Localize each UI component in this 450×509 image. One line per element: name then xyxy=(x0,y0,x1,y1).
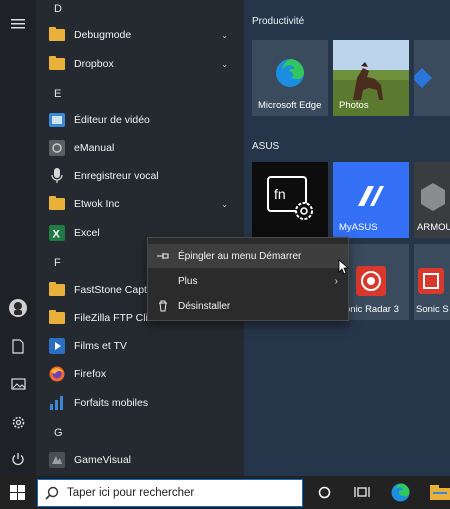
app-label: Debugmode xyxy=(74,29,132,41)
films-tv-icon xyxy=(48,337,66,355)
sonic-radar-icon xyxy=(356,266,386,296)
hamburger-menu-icon[interactable] xyxy=(8,14,28,34)
tile-fn-settings[interactable]: fn xyxy=(252,162,328,238)
tile-label: Microsoft Edge xyxy=(258,100,322,111)
svg-text:X: X xyxy=(53,229,61,241)
power-icon[interactable] xyxy=(8,449,28,469)
list-item-debugmode[interactable]: Debugmode ⌄ xyxy=(48,21,238,49)
tile-label: onic Radar 3 xyxy=(345,304,399,315)
trash-icon xyxy=(148,300,178,312)
edge-icon xyxy=(276,59,304,87)
menu-label: Épingler au menu Démarrer xyxy=(178,250,302,262)
mouse-cursor-icon xyxy=(338,259,350,275)
app-label: Excel xyxy=(74,227,100,239)
app-label: Forfaits mobiles xyxy=(74,397,149,409)
list-item-films-et-tv[interactable]: Films et TV xyxy=(48,332,238,360)
tile-label: MyASUS xyxy=(339,222,378,233)
gamevisual-icon xyxy=(48,451,66,469)
microphone-icon xyxy=(48,167,66,185)
edge-taskbar-icon[interactable] xyxy=(391,483,410,507)
video-editor-icon xyxy=(48,111,66,129)
search-placeholder: Taper ici pour rechercher xyxy=(67,487,195,499)
list-item-forfaits-mobiles[interactable]: Forfaits mobiles xyxy=(48,389,238,417)
chevron-down-icon: ⌄ xyxy=(221,59,228,69)
start-left-rail xyxy=(0,0,36,476)
list-item-gamevisual[interactable]: GameVisual xyxy=(48,446,238,474)
firefox-icon xyxy=(48,365,66,383)
documents-icon[interactable] xyxy=(8,336,28,356)
tile-armoury[interactable]: ARMOU xyxy=(414,162,450,238)
app-label: Firefox xyxy=(74,368,107,380)
tile-photos[interactable]: Photos xyxy=(333,40,409,116)
search-box[interactable]: Taper ici pour rechercher xyxy=(37,479,303,507)
chevron-right-icon: › xyxy=(334,275,338,287)
context-menu: Épingler au menu Démarrer Plus › Désinst… xyxy=(147,237,349,321)
list-item-editeur-video[interactable]: Éditeur de vidéo xyxy=(48,106,238,134)
search-icon xyxy=(45,486,59,500)
pin-icon xyxy=(148,251,178,261)
list-item-enregistreur-vocal[interactable]: Enregistreur vocal xyxy=(48,162,238,190)
task-view-icon[interactable] xyxy=(354,485,370,504)
emanual-icon xyxy=(48,139,66,157)
folder-icon xyxy=(48,309,66,327)
menu-label: Désinstaller xyxy=(178,300,231,312)
letter-header-g[interactable]: G xyxy=(54,427,63,439)
app-label: GameVisual xyxy=(74,454,132,466)
list-item-etwok-inc[interactable]: Etwok Inc ⌄ xyxy=(48,190,238,218)
tile-label: Photos xyxy=(339,100,369,111)
tile-label: ARMOU xyxy=(417,222,450,233)
tile-microsoft-edge[interactable]: Microsoft Edge xyxy=(252,40,328,116)
folder-icon xyxy=(48,195,66,213)
list-item-emanual[interactable]: eManual xyxy=(48,134,238,162)
menu-item-pin-to-start[interactable]: Épingler au menu Démarrer xyxy=(148,244,348,268)
letter-header-f[interactable]: F xyxy=(54,257,61,269)
tile-label: Sonic S xyxy=(416,304,449,315)
file-explorer-icon[interactable] xyxy=(430,485,450,505)
folder-icon xyxy=(48,55,66,73)
tile-partial-blue[interactable] xyxy=(414,40,450,116)
sonic-studio-icon xyxy=(418,268,444,294)
app-label: Films et TV xyxy=(74,340,127,352)
excel-icon: X xyxy=(48,224,66,242)
folder-icon xyxy=(48,26,66,44)
settings-gear-icon[interactable] xyxy=(8,412,28,432)
svg-text:fn: fn xyxy=(274,186,286,202)
folder-icon xyxy=(48,281,66,299)
app-icon xyxy=(414,68,432,88)
menu-item-uninstall[interactable]: Désinstaller xyxy=(148,294,348,318)
group-title-productivite[interactable]: Productivité xyxy=(252,16,304,27)
menu-label: Plus xyxy=(178,275,198,287)
app-label: Etwok Inc xyxy=(74,198,120,210)
list-item-firefox[interactable]: Firefox xyxy=(48,360,238,388)
tile-myasus[interactable]: MyASUS xyxy=(333,162,409,238)
chevron-down-icon: ⌄ xyxy=(221,30,228,40)
letter-header-d[interactable]: D xyxy=(54,3,62,15)
armoury-icon xyxy=(421,183,445,211)
myasus-icon xyxy=(358,186,384,206)
letter-header-e[interactable]: E xyxy=(54,88,61,100)
app-label: Enregistreur vocal xyxy=(74,170,159,182)
group-title-asus[interactable]: ASUS xyxy=(252,141,279,152)
mobile-plans-icon xyxy=(48,394,66,412)
fn-gear-icon: fn xyxy=(267,176,313,220)
list-item-dropbox[interactable]: Dropbox ⌄ xyxy=(48,50,238,78)
cortana-icon[interactable] xyxy=(318,486,331,504)
app-label: Dropbox xyxy=(74,58,114,70)
app-label: Éditeur de vidéo xyxy=(74,114,150,126)
user-avatar[interactable] xyxy=(8,298,28,318)
pictures-icon[interactable] xyxy=(8,374,28,394)
tile-sonic-studio[interactable]: Sonic S xyxy=(414,244,450,320)
menu-item-more[interactable]: Plus › xyxy=(148,269,348,293)
chevron-down-icon: ⌄ xyxy=(221,199,228,209)
app-label: eManual xyxy=(74,142,115,154)
windows-start-icon[interactable] xyxy=(10,485,25,505)
